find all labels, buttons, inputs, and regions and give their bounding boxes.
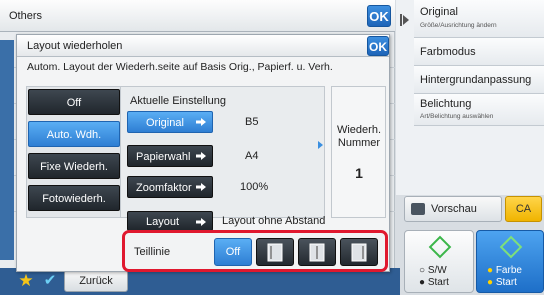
divider-option-right-button[interactable] bbox=[340, 238, 378, 266]
side-menu-sub: Art/Belichtung auswählen bbox=[420, 113, 494, 120]
side-menu-label: Hintergrundanpassung bbox=[420, 74, 532, 86]
divider-line-label: Teillinie bbox=[134, 246, 171, 258]
arrow-right-icon bbox=[196, 183, 206, 191]
page-divider-left-icon bbox=[267, 243, 283, 262]
repeat-count: 1 bbox=[355, 165, 363, 181]
side-menu-label: Belichtung bbox=[420, 98, 472, 110]
setting-value: A4 bbox=[245, 150, 259, 162]
favorite-star-icon[interactable]: ★ bbox=[16, 271, 36, 291]
layout-value: Layout ohne Abstand bbox=[222, 215, 326, 227]
start-color-line1: ● Farbe bbox=[487, 265, 522, 276]
preview-icon bbox=[411, 203, 425, 215]
repeat-number-box bbox=[331, 86, 386, 218]
divider-off-button[interactable]: Off bbox=[214, 238, 252, 266]
setting-label: Original bbox=[146, 117, 184, 129]
arrow-right-icon bbox=[196, 118, 206, 126]
start-color-button[interactable]: ● Farbe ● Start bbox=[476, 230, 544, 293]
dialog-description: Autom. Layout der Wiederh.seite auf Basi… bbox=[27, 61, 333, 73]
page-divider-right-icon bbox=[351, 243, 367, 262]
layout-button[interactable]: Layout bbox=[127, 211, 213, 231]
mode-off-button[interactable]: Off bbox=[28, 89, 120, 115]
pointer-arrow-icon bbox=[318, 141, 323, 149]
mode-photo-button[interactable]: Fotowiederh. bbox=[28, 185, 120, 211]
start-bw-line1: ○ S/W bbox=[419, 265, 447, 276]
start-diamond-icon bbox=[499, 235, 523, 259]
repeat-label: Wiederh. Nummer bbox=[336, 124, 382, 149]
setting-label: Papierwahl bbox=[136, 151, 191, 163]
mode-fixed-button[interactable]: Fixe Wiederh. bbox=[28, 153, 120, 179]
current-settings-title: Aktuelle Einstellung bbox=[130, 95, 227, 107]
start-diamond-icon bbox=[428, 235, 452, 259]
left-scroll-strip bbox=[0, 40, 14, 260]
start-bw-line2: ● Start bbox=[419, 277, 449, 288]
setting-label: Zoomfaktor bbox=[136, 182, 192, 194]
page-divider-center-icon bbox=[309, 243, 325, 262]
preview-label: Vorschau bbox=[431, 203, 477, 215]
layout-label: Layout bbox=[146, 216, 180, 228]
arrow-right-icon bbox=[196, 152, 206, 160]
collapse-arrow-icon[interactable] bbox=[400, 14, 410, 26]
bottom-bar bbox=[0, 268, 400, 295]
divider-option-left-button[interactable] bbox=[256, 238, 294, 266]
setting-value: 100% bbox=[240, 181, 269, 193]
start-color-line2: ● Start bbox=[487, 277, 517, 288]
side-menu-original[interactable]: Original Größe/Ausrichtung ändern bbox=[414, 0, 544, 38]
start-bw-button[interactable]: ○ S/W ● Start bbox=[404, 230, 474, 293]
check-icon[interactable]: ✔ bbox=[40, 271, 60, 291]
divider-option-center-button[interactable] bbox=[298, 238, 336, 266]
setting-zoom-button[interactable]: Zoomfaktor bbox=[127, 176, 213, 198]
side-menu-hintergrund[interactable]: Hintergrundanpassung bbox=[414, 66, 544, 94]
setting-original-button[interactable]: Original bbox=[127, 111, 213, 133]
back-button[interactable]: Zurück bbox=[64, 270, 128, 292]
dialog-title: Layout wiederholen bbox=[27, 40, 123, 52]
side-menu-label: Farbmodus bbox=[420, 46, 476, 58]
setting-value: B5 bbox=[245, 116, 259, 128]
side-menu-belichtung[interactable]: Belichtung Art/Belichtung auswählen bbox=[414, 94, 544, 126]
others-title-bar: Others OK bbox=[0, 0, 395, 32]
others-ok-button[interactable]: OK bbox=[367, 5, 391, 27]
mode-auto-button[interactable]: Auto. Wdh. bbox=[28, 121, 120, 147]
side-menu-farbmodus[interactable]: Farbmodus bbox=[414, 38, 544, 66]
dialog-title-bar: Layout wiederholen OK bbox=[17, 35, 389, 57]
side-menu-label: Original bbox=[420, 6, 458, 18]
dialog-ok-button[interactable]: OK bbox=[367, 36, 389, 56]
side-menu-sub: Größe/Ausrichtung ändern bbox=[420, 22, 497, 29]
others-title: Others bbox=[9, 10, 43, 22]
preview-button[interactable]: Vorschau bbox=[404, 196, 502, 222]
clear-all-button[interactable]: CA bbox=[505, 196, 542, 222]
setting-paper-button[interactable]: Papierwahl bbox=[127, 145, 213, 167]
arrow-right-icon bbox=[196, 218, 206, 226]
